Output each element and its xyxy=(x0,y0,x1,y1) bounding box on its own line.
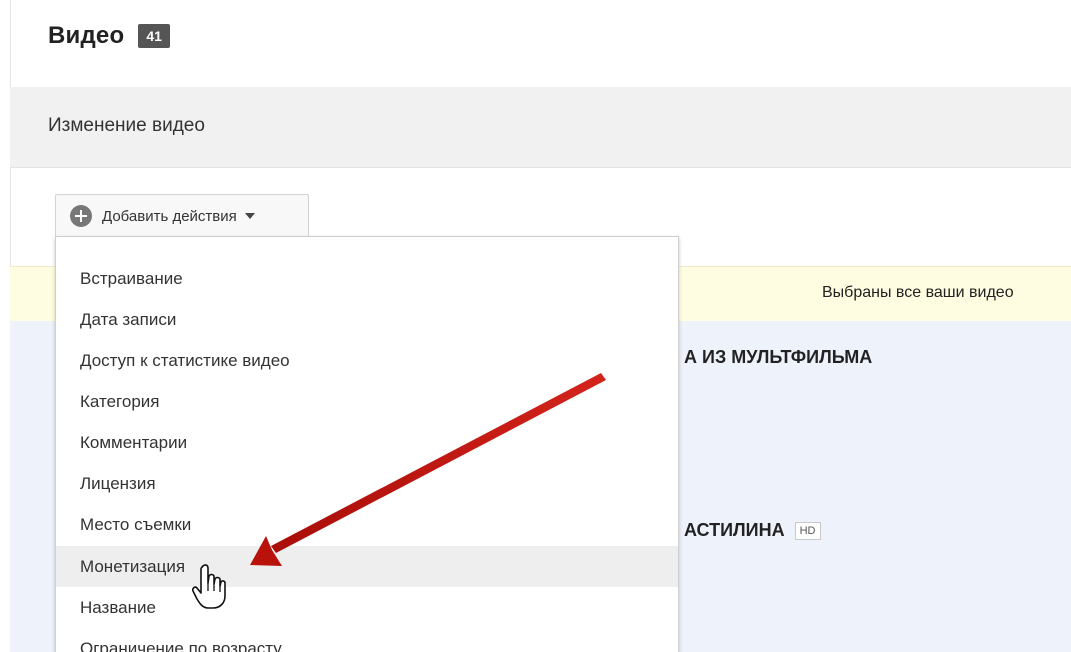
menu-item-recording-date[interactable]: Дата записи xyxy=(56,299,678,340)
menu-item-title[interactable]: Название xyxy=(56,587,678,628)
actions-dropdown-menu: Встраивание Дата записи Доступ к статист… xyxy=(55,236,679,652)
page-title: Видео xyxy=(48,22,125,49)
menu-item-age-restriction[interactable]: Ограничение по возрасту xyxy=(56,628,678,652)
caret-down-icon xyxy=(244,213,255,219)
edit-video-title: Изменение видео xyxy=(48,115,205,136)
plus-circle-icon xyxy=(70,205,92,227)
menu-item-stats-access[interactable]: Доступ к статистике видео xyxy=(56,340,678,381)
page-header: Видео 41 xyxy=(48,16,170,56)
menu-item-location[interactable]: Место съемки xyxy=(56,504,678,545)
video-manager: Видео 41 Изменение видео Выбраны все ваш… xyxy=(0,0,1071,652)
menu-item-embedding[interactable]: Встраивание xyxy=(56,258,678,299)
video-title-text: АСТИЛИНА xyxy=(684,520,785,540)
add-actions-label: Добавить действия xyxy=(102,207,237,225)
edit-video-bar: Изменение видео xyxy=(10,87,1071,168)
menu-item-category[interactable]: Категория xyxy=(56,381,678,422)
video-title[interactable]: АСТИЛИНА HD xyxy=(684,520,821,541)
menu-item-comments[interactable]: Комментарии xyxy=(56,422,678,463)
video-title-text: А ИЗ МУЛЬТФИЛЬМА xyxy=(684,347,873,367)
video-title[interactable]: А ИЗ МУЛЬТФИЛЬМА xyxy=(684,347,872,368)
add-actions-button[interactable]: Добавить действия xyxy=(55,194,309,238)
video-count-badge: 41 xyxy=(138,24,170,48)
menu-item-license[interactable]: Лицензия xyxy=(56,463,678,504)
hand-pointer-icon xyxy=(192,564,226,609)
hd-badge: HD xyxy=(794,521,821,540)
selection-notice-text: Выбраны все ваши видео xyxy=(822,284,1014,301)
menu-item-monetization[interactable]: Монетизация xyxy=(56,546,678,587)
